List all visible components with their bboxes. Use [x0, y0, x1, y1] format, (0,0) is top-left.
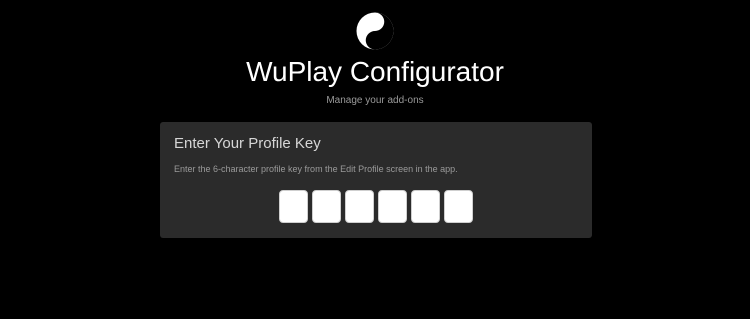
profile-key-input-3[interactable]: [345, 190, 374, 223]
profile-key-input-2[interactable]: [312, 190, 341, 223]
page-title: WuPlay Configurator: [246, 56, 504, 87]
card-description: Enter the 6-character profile key from t…: [174, 164, 458, 174]
profile-key-input-6[interactable]: [444, 190, 473, 223]
profile-key-input-1[interactable]: [279, 190, 308, 223]
page-subtitle: Manage your add-ons: [326, 95, 424, 106]
page: WuPlay Configurator Manage your add-ons …: [0, 0, 750, 319]
profile-key-card: Enter Your Profile Key Enter the 6-chara…: [160, 122, 592, 238]
profile-key-inputs: [279, 190, 473, 223]
profile-key-input-4[interactable]: [378, 190, 407, 223]
yin-yang-icon: [356, 12, 394, 50]
profile-key-input-5[interactable]: [411, 190, 440, 223]
card-title: Enter Your Profile Key: [174, 135, 321, 152]
